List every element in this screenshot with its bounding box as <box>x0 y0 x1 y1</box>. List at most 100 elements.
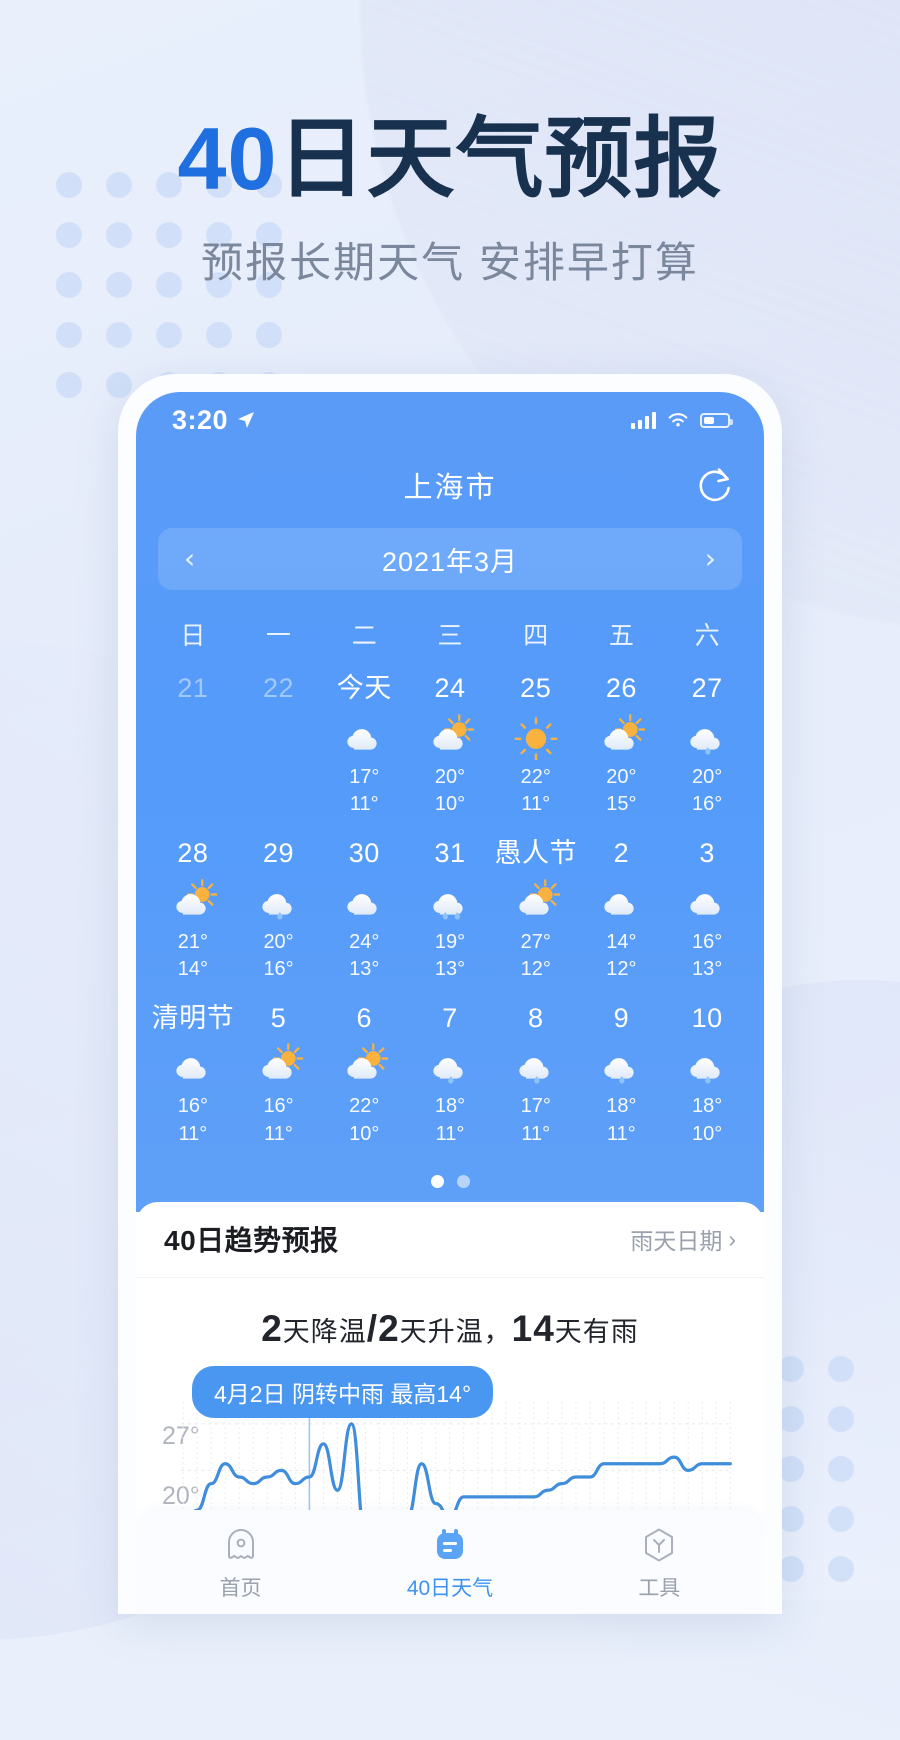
calendar-temperature: 22° 11° <box>493 764 579 819</box>
phone-screen: 3:20 上海市 ‹ 2021年3月 › 日 一 二 三 四 五 六 21 22… <box>136 392 764 1614</box>
city-title: 上海市 <box>403 472 497 504</box>
battery-icon <box>700 412 733 428</box>
temp-high: 20° <box>263 930 294 953</box>
weather-icon-sunny <box>514 716 558 760</box>
calendar-day-number: 2 <box>613 837 630 868</box>
wifi-icon <box>668 412 688 426</box>
summary-separator: / <box>366 1307 379 1349</box>
tab-label: 40日天气 <box>406 1577 494 1600</box>
temp-high: 14° <box>606 930 637 953</box>
calendar-day-cell[interactable]: 9 18° 11° <box>579 998 665 1149</box>
calendar-day-cell[interactable]: 7 18° 11° <box>407 998 493 1149</box>
tools-hexagon-icon <box>555 1522 764 1568</box>
calendar-day-cell[interactable]: 10 18° 10° <box>664 998 750 1149</box>
tab-label: 首页 <box>219 1577 262 1600</box>
temp-low: 11° <box>178 1123 208 1146</box>
calendar-temperature: 16° 11° <box>236 1093 322 1148</box>
calendar-weather-icon <box>579 877 665 925</box>
temp-high: 22° <box>349 1095 380 1118</box>
page-title-accent: 40 <box>177 109 278 208</box>
calendar-day-cell[interactable]: 30 24° 13° <box>321 833 407 984</box>
temp-high: 24° <box>349 930 380 953</box>
decorative-dot <box>156 322 182 348</box>
calendar-day-cell[interactable]: 28 21° 14° <box>150 833 236 984</box>
calendar-weather-icon <box>493 877 579 925</box>
calendar-day-cell[interactable]: 清明节 16° 11° <box>150 998 236 1149</box>
summary-rain-count: 14 <box>511 1307 555 1349</box>
calendar-week-row: 21 22 今天 17° 11° 24 20° 10° 25 22° 11° 26 20° 15° 27 20… <box>150 668 750 819</box>
weather-calendar-pane: 3:20 上海市 ‹ 2021年3月 › 日 一 二 三 四 五 六 21 22… <box>136 392 764 1212</box>
page-subtitle: 预报长期天气 安排早打算 <box>201 239 699 287</box>
page-title: 40日天气预报 <box>0 112 900 205</box>
calendar-day-number: 25 <box>520 673 552 703</box>
temp-high: 20° <box>434 765 466 788</box>
calendar-day-cell[interactable]: 5 16° 11° <box>236 998 322 1149</box>
summary-warming-label: 天升温， <box>399 1316 512 1347</box>
calendar-weather-icon <box>579 712 665 760</box>
tab-home[interactable]: 首页 <box>136 1522 345 1602</box>
calendar-day-number: 22 <box>263 673 295 703</box>
hero-section: 40日天气预报 预报长期天气 安排早打算 <box>0 112 900 290</box>
calendar-day-number: 27 <box>691 673 723 703</box>
calendar-week-row: 28 21° 14° 29 20° 16° 30 24° 13° 31 19° 13° 愚人节 27° 12… <box>150 833 750 984</box>
calendar-day-cell[interactable]: 26 20° 15° <box>579 668 665 819</box>
bottom-tab-bar: 首页 40日天气 工具 <box>136 1510 764 1614</box>
tab-40day-weather[interactable]: 40日天气 <box>345 1522 554 1602</box>
summary-cooling-count: 2 <box>261 1307 283 1349</box>
calendar-40day-icon <box>345 1522 554 1568</box>
summary-warming-count: 2 <box>378 1307 400 1349</box>
page-dot[interactable] <box>430 1174 444 1188</box>
calendar-day-cell[interactable]: 愚人节 27° 12° <box>493 833 579 984</box>
calendar-temperature: 16° 13° <box>664 929 750 984</box>
chevron-right-icon: › <box>728 1225 736 1252</box>
weather-icon-partly-sunny <box>433 713 474 750</box>
weather-icon-partly-sunny <box>604 713 646 750</box>
calendar-grid: 21 22 今天 17° 11° 24 20° 10° 25 22° 11° 26 20° 15° 27 20… <box>150 668 750 1149</box>
calendar-weather-icon <box>150 877 236 925</box>
decorative-dot <box>56 322 82 348</box>
decorative-dot <box>106 322 132 348</box>
weekday-label-5: 五 <box>608 622 634 650</box>
tab-tools[interactable]: 工具 <box>555 1522 764 1602</box>
temp-low: 14° <box>177 958 208 981</box>
calendar-page-dots[interactable] <box>136 1163 764 1206</box>
calendar-day-number: 21 <box>177 673 209 703</box>
calendar-day-cell[interactable]: 24 20° 10° <box>407 668 493 819</box>
weekday-label-2: 二 <box>351 622 377 650</box>
calendar-weather-icon <box>407 877 493 925</box>
calendar-temperature: 20° 16° <box>664 764 750 819</box>
weather-icon-partly-sunny <box>176 878 217 915</box>
temp-low: 11° <box>435 1123 465 1146</box>
refresh-icon[interactable] <box>694 464 736 506</box>
calendar-day-number: 9 <box>613 1002 630 1033</box>
calendar-temperature: 22° 10° <box>321 1093 407 1148</box>
calendar-day-cell[interactable]: 3 16° 13° <box>664 833 750 984</box>
temp-low: 11° <box>349 793 379 816</box>
calendar-day-cell[interactable]: 今天 17° 11° <box>321 668 407 819</box>
calendar-day-cell[interactable]: 29 20° 16° <box>236 833 322 984</box>
calendar-day-number: 8 <box>527 1002 544 1033</box>
weekday-header: 日一二三四五六 <box>150 616 750 652</box>
rain-dates-link[interactable]: 雨天日期 › <box>630 1222 736 1256</box>
calendar-day-cell[interactable]: 8 17° 11° <box>493 998 579 1149</box>
decorative-dot <box>828 1406 854 1432</box>
calendar-weather-icon <box>493 712 579 760</box>
temp-high: 21° <box>177 930 208 953</box>
page-dot[interactable] <box>456 1174 470 1188</box>
decorative-dot <box>828 1506 854 1532</box>
calendar-day-number: 26 <box>605 673 637 703</box>
app-header: 上海市 <box>136 448 764 522</box>
calendar-day-cell[interactable]: 6 22° 10° <box>321 998 407 1149</box>
decorative-dot <box>206 322 232 348</box>
calendar-day-cell[interactable]: 25 22° 11° <box>493 668 579 819</box>
prev-month-button[interactable]: ‹ <box>184 545 195 573</box>
calendar-day-cell[interactable]: 31 19° 13° <box>407 833 493 984</box>
calendar-day-cell[interactable]: 27 20° 16° <box>664 668 750 819</box>
temp-high: 16° <box>263 1095 294 1118</box>
weather-icon-rain <box>604 1058 635 1084</box>
calendar-day-cell[interactable]: 2 14° 12° <box>579 833 665 984</box>
calendar-week-row: 清明节 16° 11° 5 16° 11° 6 22° 10° 7 18° 11° 8 17° 11° 9 18… <box>150 998 750 1149</box>
chart-tooltip: 4月2日 阴转中雨 最高14° <box>192 1365 494 1418</box>
temp-low: 10° <box>434 793 466 816</box>
next-month-button[interactable]: › <box>705 545 716 573</box>
